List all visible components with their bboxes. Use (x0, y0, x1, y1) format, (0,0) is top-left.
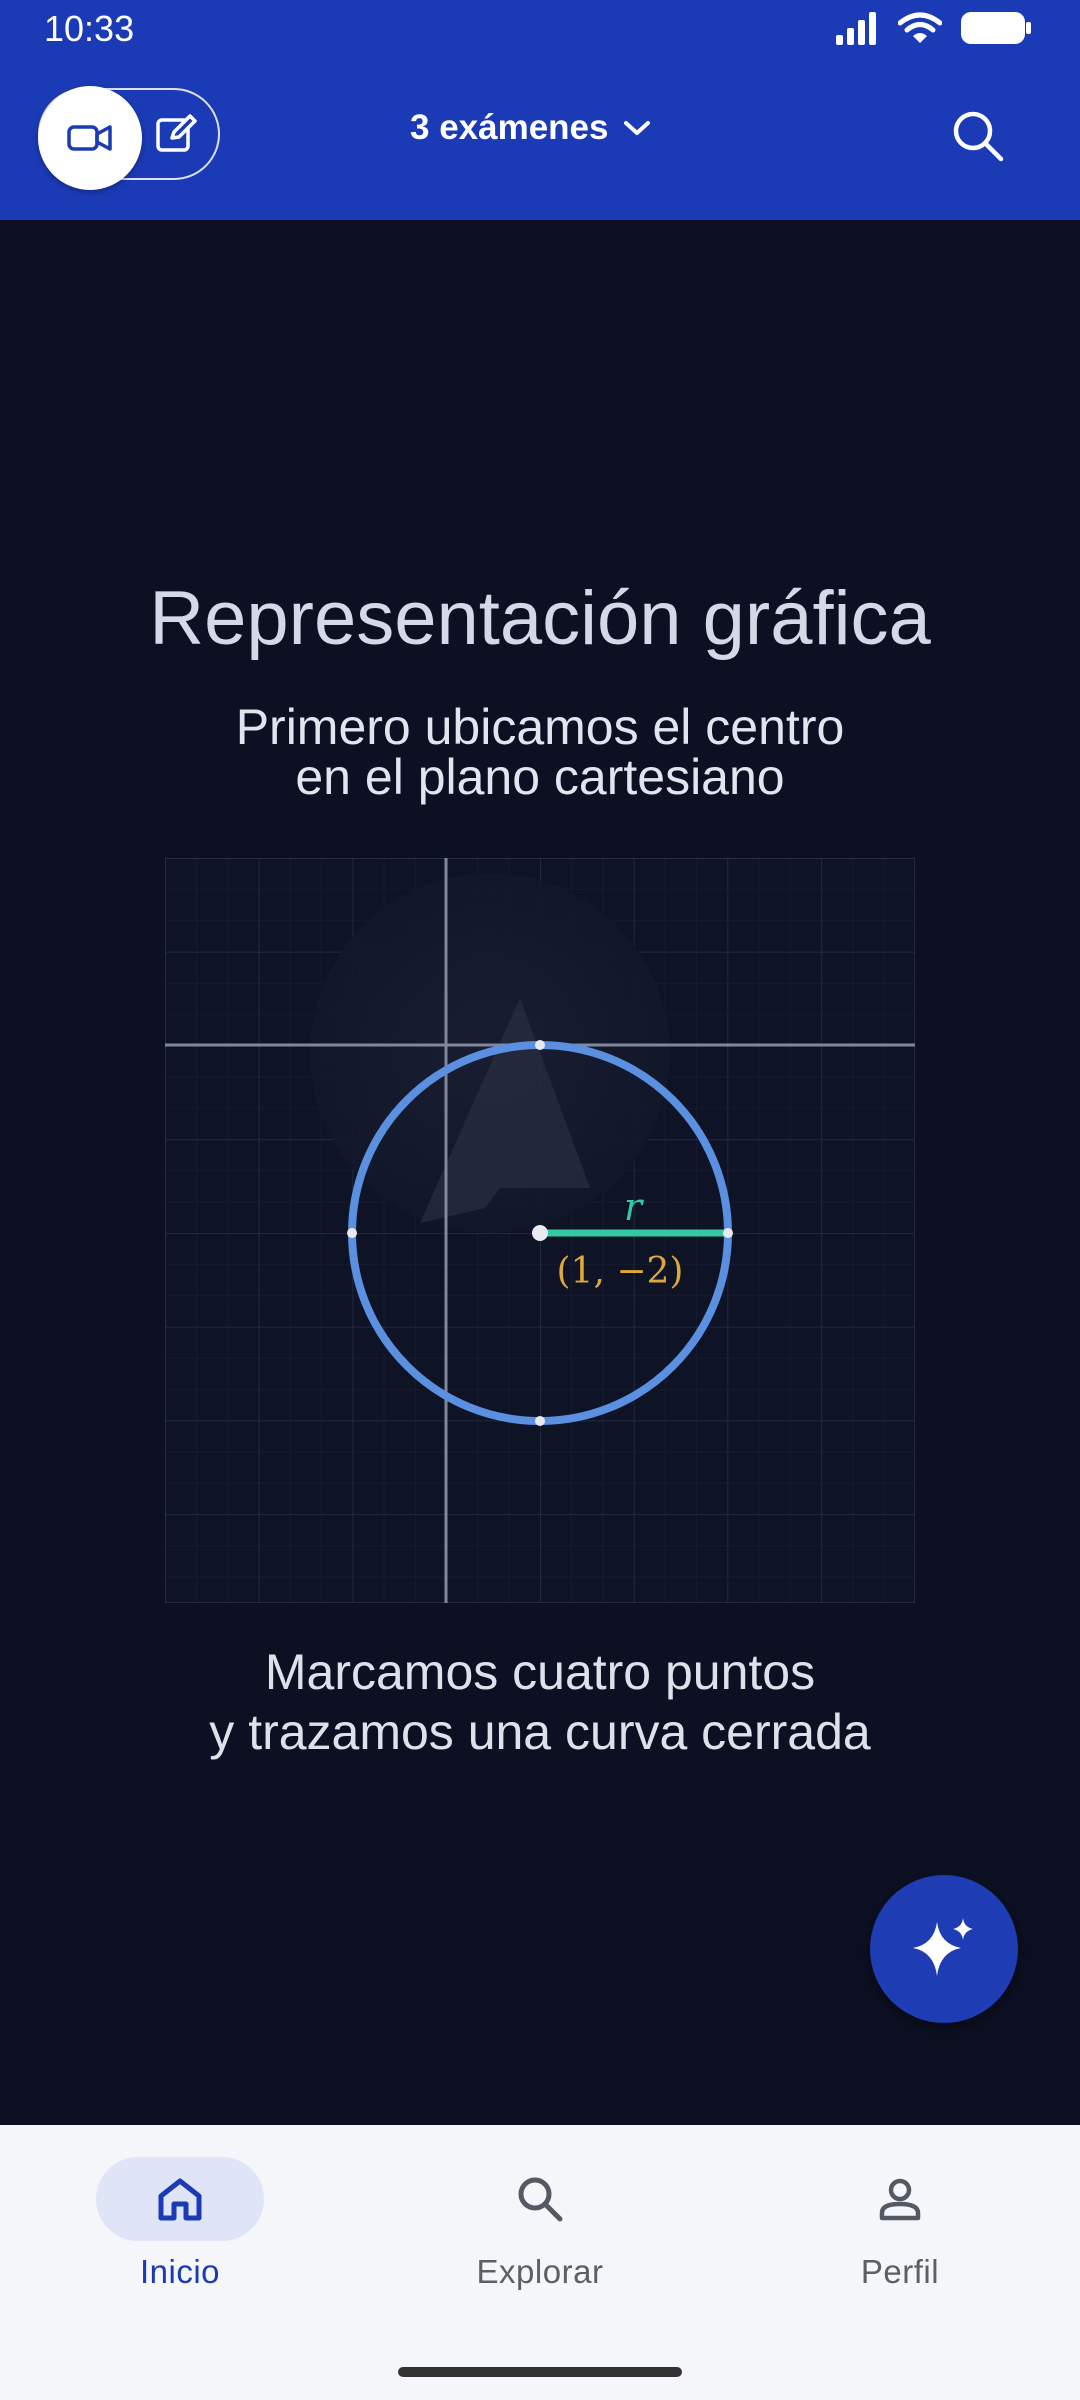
lesson-content: Representación gráfica Primero ubicamos … (0, 220, 1080, 2125)
sparkles-icon (913, 1918, 973, 1976)
nav-label-inicio: Inicio (139, 2253, 221, 2290)
edit-icon[interactable] (152, 110, 200, 158)
bottom-navigation: Inicio Explorar Perfil (0, 2125, 1080, 2400)
chevron-down-icon (624, 121, 651, 135)
center-point (532, 1225, 548, 1241)
battery-icon (961, 12, 1031, 44)
right-point (723, 1228, 733, 1238)
lesson-heading: Representación gráfica (149, 576, 931, 661)
search-icon (518, 2177, 563, 2222)
status-time: 10:33 (44, 8, 135, 49)
nav-item-perfil[interactable]: Perfil (790, 2157, 1010, 2291)
status-icons (834, 10, 1032, 46)
lesson-caption: Marcamos cuatro puntos y trazamos una cu… (0, 1642, 1080, 1762)
video-camera-icon (67, 125, 112, 151)
nav-pill-perfil[interactable] (816, 2157, 984, 2241)
nav-label-explorar: Explorar (476, 2253, 604, 2290)
mode-toggle[interactable] (38, 86, 220, 190)
bottom-point (535, 1416, 545, 1426)
caption-line-2: y trazamos una curva cerrada (209, 1704, 871, 1760)
person-icon (879, 2178, 921, 2221)
top-point (535, 1040, 545, 1050)
nav-pill-inicio[interactable] (96, 2157, 264, 2241)
lesson-subtitle: Primero ubicamos el centro en el plano c… (0, 702, 1080, 802)
nav-item-inicio[interactable]: Inicio (70, 2157, 290, 2291)
nav-label-perfil: Perfil (860, 2253, 940, 2290)
top-app-bar: 10:33 3 exámenes (0, 0, 1080, 220)
caption-line-1: Marcamos cuatro puntos (264, 1644, 816, 1700)
video-mode-button[interactable] (38, 86, 142, 190)
home-indicator (398, 2367, 682, 2377)
subtitle-line-1: Primero ubicamos el centro (235, 699, 845, 755)
exam-selector[interactable]: 3 exámenes (410, 108, 652, 148)
search-icon[interactable] (950, 108, 1006, 164)
nav-item-explorar[interactable]: Explorar (430, 2157, 650, 2291)
radius-label: r (624, 1185, 645, 1229)
nav-pill-explorar[interactable] (456, 2157, 624, 2241)
left-point (347, 1228, 357, 1238)
wifi-icon (898, 12, 942, 43)
signal-icon (836, 12, 876, 45)
subtitle-line-2: en el plano cartesiano (295, 749, 785, 805)
ai-assistant-button[interactable] (870, 1875, 1018, 2023)
home-icon (158, 2178, 202, 2221)
center-label: (1, −2) (557, 1251, 684, 1292)
cartesian-graph: r (1, −2) (165, 858, 915, 1603)
exam-selector-label: 3 exámenes (410, 108, 609, 147)
